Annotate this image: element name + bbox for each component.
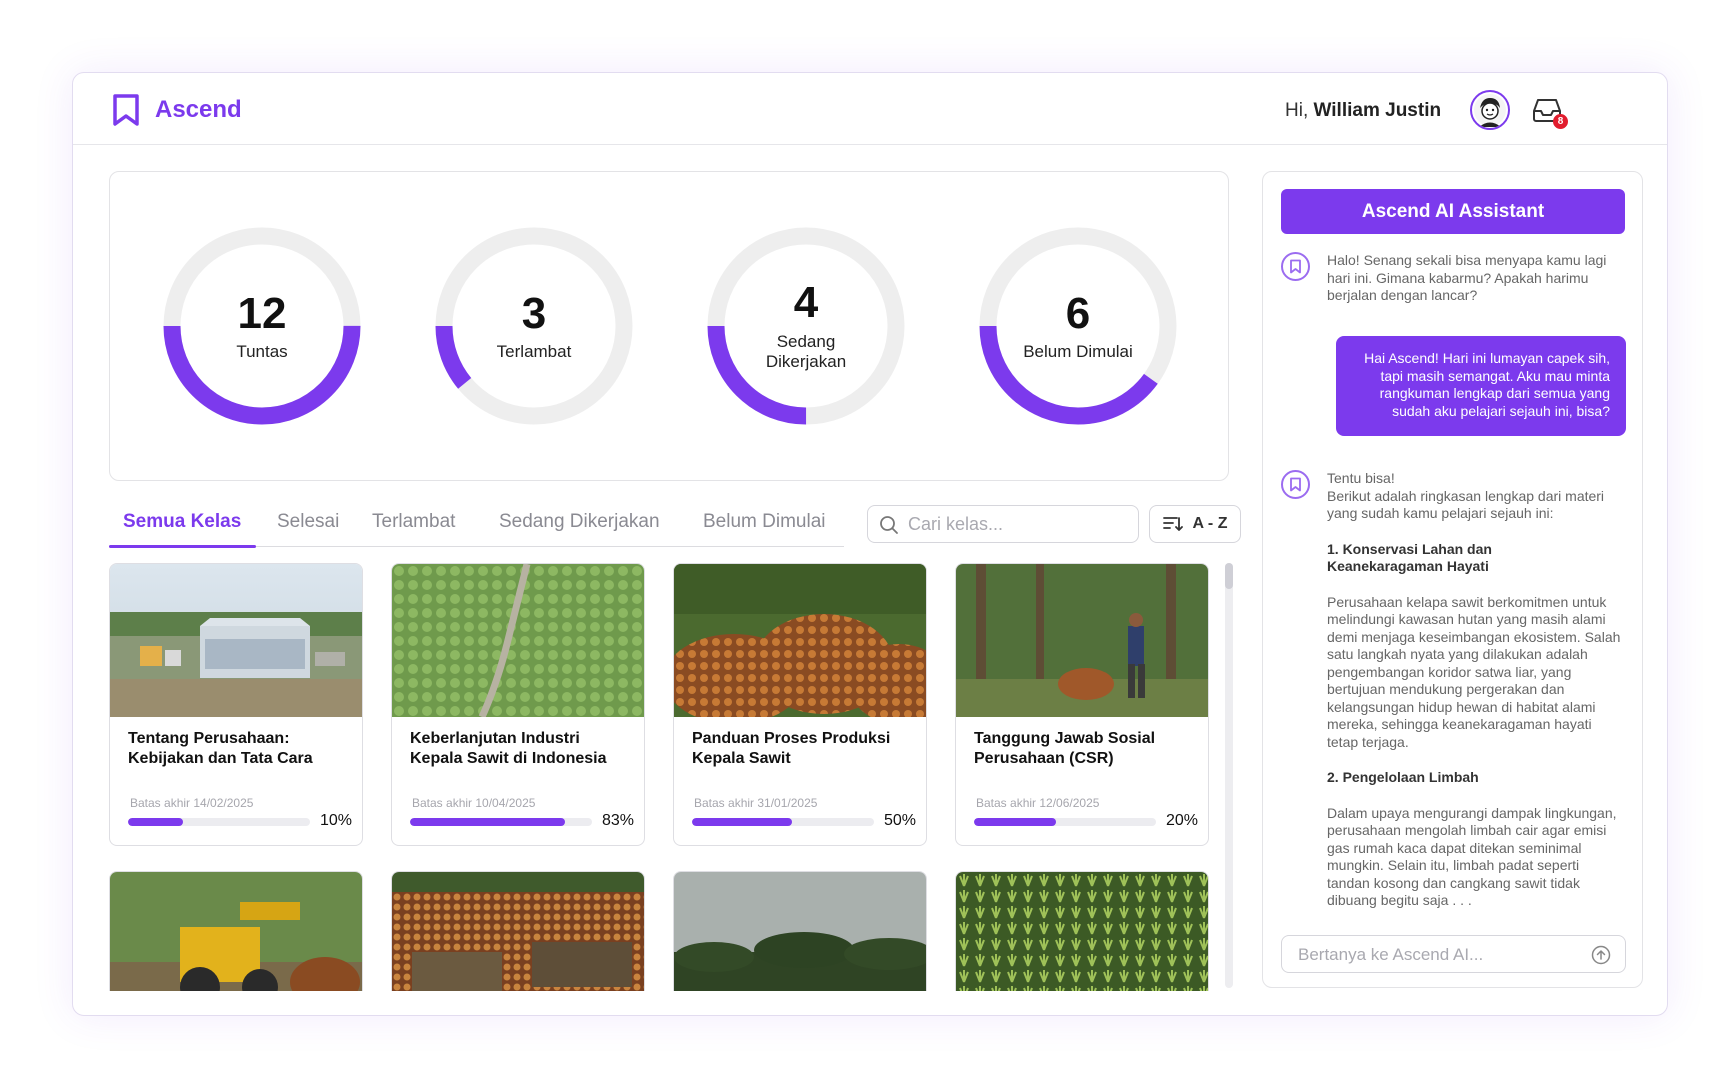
trucks-photo <box>392 872 644 991</box>
assistant-avatar-icon <box>1281 470 1310 499</box>
stat-label: Terlambat <box>496 342 572 361</box>
stat-sedang-dikerjakan: 4 Sedang Dikerjakan <box>696 216 916 436</box>
worker-photo <box>956 564 1208 717</box>
bookmark-icon <box>1290 259 1301 274</box>
course-grid: Tentang Perusahaan: Kebijakan dan Tata C… <box>109 563 1219 991</box>
brand-name: Ascend <box>155 96 242 123</box>
course-search[interactable] <box>867 505 1139 543</box>
course-due-date: Batas akhir 10/04/2025 <box>412 796 536 810</box>
stat-value: 12 <box>237 288 287 338</box>
course-card[interactable]: Panduan Proses Produksi Kepala Sawit Bat… <box>673 563 927 846</box>
course-percent: 20% <box>1165 812 1198 829</box>
course-card[interactable] <box>955 871 1209 991</box>
seedlings-photo <box>956 872 1208 991</box>
sort-label: A - Z <box>1192 515 1228 532</box>
course-card[interactable]: Tentang Perusahaan: Kebijakan dan Tata C… <box>109 563 363 846</box>
reply-section-body: Dalam upaya mengurangi dampak lingkungan… <box>1327 804 1617 909</box>
course-title: Panduan Proses Produksi Kepala Sawit <box>692 730 891 767</box>
notification-badge: 8 <box>1553 114 1568 129</box>
assistant-avatar-icon <box>1281 252 1310 281</box>
course-card[interactable]: Keberlanjutan Industri Kepala Sawit di I… <box>391 563 645 846</box>
stat-label: Sedang Dikerjakan <box>765 331 847 372</box>
tab-belum-dimulai[interactable]: Belum Dimulai <box>703 511 825 533</box>
course-percent: 50% <box>883 812 916 829</box>
course-progress-bar <box>128 818 310 826</box>
course-due-date: Batas akhir 12/06/2025 <box>976 796 1100 810</box>
search-icon <box>880 516 898 534</box>
stat-belum-dimulai: 6 Belum Dimulai <box>968 216 1188 436</box>
user-name: William Justin <box>1313 100 1442 121</box>
stat-value: 6 <box>1065 288 1091 338</box>
plantation-road-photo <box>392 564 644 717</box>
stat-value: 3 <box>521 288 547 338</box>
stat-tuntas: 12 Tuntas <box>152 216 372 436</box>
course-tabs: Semua Kelas Selesai Terlambat Sedang Dik… <box>109 503 844 548</box>
user-message: Hai Ascend! Hari ini lumayan capek sih, … <box>1336 336 1626 436</box>
search-input[interactable] <box>908 511 1128 537</box>
palm-skyline-photo <box>674 872 926 991</box>
app-window: Ascend Hi, William Justin 8 12 Tuntas 3 … <box>72 72 1668 1016</box>
course-percent: 83% <box>601 812 634 829</box>
stat-label: Tuntas <box>236 342 288 361</box>
brand[interactable]: Ascend <box>111 93 242 127</box>
tab-selesai[interactable]: Selesai <box>277 511 339 533</box>
sort-icon <box>1162 517 1183 531</box>
progress-fill <box>128 818 183 826</box>
course-progress-bar <box>974 818 1156 826</box>
user-greeting: Hi, William Justin <box>1285 100 1441 122</box>
course-card[interactable] <box>391 871 645 991</box>
course-title: Tentang Perusahaan: Kebijakan dan Tata C… <box>128 730 313 767</box>
course-card[interactable] <box>109 871 363 991</box>
ai-assistant-panel: Ascend AI Assistant Halo! Senang sekali … <box>1262 171 1643 988</box>
tab-terlambat[interactable]: Terlambat <box>372 511 455 533</box>
tab-semua-kelas[interactable]: Semua Kelas <box>123 511 241 533</box>
reply-lead: Berikut adalah ringkasan lengkap dari ma… <box>1327 487 1605 522</box>
reply-section-title: 1. Konservasi Lahan dan Keanekaragaman H… <box>1327 540 1492 575</box>
course-card[interactable] <box>673 871 927 991</box>
stat-terlambat: 3 Terlambat <box>424 216 644 436</box>
top-header: Ascend Hi, William Justin 8 <box>73 73 1667 145</box>
bookmark-logo-icon <box>113 94 139 126</box>
course-title: Keberlanjutan Industri Kepala Sawit di I… <box>410 730 607 767</box>
course-percent: 10% <box>319 812 352 829</box>
stat-label: Belum Dimulai <box>1023 342 1133 361</box>
course-title: Tanggung Jawab Sosial Perusahaan (CSR) <box>974 730 1156 767</box>
course-progress-bar <box>692 818 874 826</box>
reply-section-title: 2. Pengelolaan Limbah <box>1327 769 1479 785</box>
avatar-illustration-icon <box>1474 94 1506 127</box>
palm-fruit-photo <box>674 564 926 717</box>
course-progress-bar <box>410 818 592 826</box>
stats-panel: 12 Tuntas 3 Terlambat 4 Sedang Dikerjaka… <box>109 171 1229 481</box>
bot-message: Halo! Senang sekali bisa menyapa kamu la… <box>1327 252 1607 303</box>
active-tab-indicator <box>109 545 256 548</box>
progress-fill <box>974 818 1056 826</box>
loader-photo <box>110 872 362 991</box>
factory-photo <box>110 564 362 717</box>
bookmark-icon <box>1290 477 1301 492</box>
greeting-prefix: Hi, <box>1285 100 1309 121</box>
scrollbar-thumb[interactable] <box>1225 563 1233 589</box>
course-due-date: Batas akhir 31/01/2025 <box>694 796 818 810</box>
chat-input-box[interactable] <box>1281 935 1626 973</box>
send-arrow-icon[interactable] <box>1591 945 1611 965</box>
assistant-title: Ascend AI Assistant <box>1281 189 1625 234</box>
reply-intro: Tentu bisa! <box>1327 470 1395 486</box>
progress-fill <box>692 818 793 826</box>
avatar[interactable] <box>1470 90 1510 130</box>
progress-fill <box>410 818 565 826</box>
sort-button[interactable]: A - Z <box>1149 505 1241 543</box>
tab-sedang-dikerjakan[interactable]: Sedang Dikerjakan <box>499 511 660 533</box>
bot-reply: Tentu bisa! Berikut adalah ringkasan len… <box>1327 470 1625 910</box>
chat-input[interactable] <box>1298 942 1578 968</box>
course-due-date: Batas akhir 14/02/2025 <box>130 796 254 810</box>
stat-value: 4 <box>793 278 819 328</box>
reply-section-body: Perusahaan kelapa sawit berkomitmen untu… <box>1327 593 1621 750</box>
course-scrollbar[interactable] <box>1225 563 1233 988</box>
course-card[interactable]: Tanggung Jawab Sosial Perusahaan (CSR) B… <box>955 563 1209 846</box>
